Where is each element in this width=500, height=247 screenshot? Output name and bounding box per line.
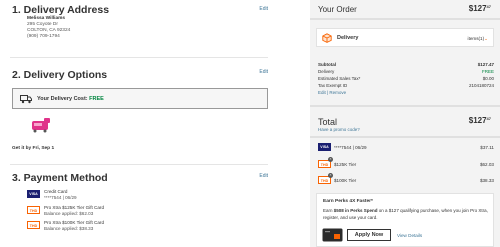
- applied-payment-label: $125K Tier: [334, 161, 357, 167]
- package-icon: [322, 33, 332, 43]
- visa-card-icon: VISA: [318, 143, 331, 151]
- total-label: Total: [318, 117, 338, 127]
- summary-row: Delivery FREE: [318, 69, 494, 74]
- chevron-down-icon: ⌄: [484, 36, 488, 41]
- summary-row: Subtotal $127.47: [318, 62, 494, 67]
- pro-xtra-card-image: [322, 228, 343, 242]
- promo-code-link[interactable]: Have a promo code?: [318, 127, 360, 132]
- edit-payment-link[interactable]: Edit: [259, 173, 268, 179]
- gift-card-icon: THD: [27, 206, 40, 214]
- truck-icon: [20, 95, 32, 104]
- payment-line1: Pro Xtra $100K Tier Gift Card: [44, 220, 104, 225]
- perks-desc-pre: Earn: [323, 208, 334, 213]
- applied-payment-label: ****7544 | 06/29: [334, 144, 367, 150]
- edit-address-link[interactable]: Edit: [259, 6, 268, 12]
- summary-label: Delivery: [318, 69, 335, 74]
- edit-remove-tax-link[interactable]: Edit | Remove: [318, 90, 494, 95]
- summary-value: FREE: [481, 69, 494, 74]
- summary-value: $0.00: [482, 76, 494, 81]
- applied-payment-label: $100K Tier: [334, 177, 357, 183]
- perks-promo-card: Earn Perks 4X Faster* Earn $508 in Perks…: [316, 193, 494, 247]
- order-summary-panel: Your Order $12747 Delivery items(1)⌄ Sub…: [310, 0, 500, 247]
- delivery-cost-text: Your Delivery Cost: FREE: [37, 96, 104, 102]
- remove-icon[interactable]: ×: [328, 157, 333, 162]
- divider: [10, 57, 268, 58]
- delivery-group-label: Delivery: [337, 35, 359, 41]
- perks-description: Earn $508 in Perks Spend on a $127 quali…: [323, 208, 491, 221]
- divider: [310, 136, 500, 138]
- applied-payment-value: $37.11: [480, 144, 494, 150]
- order-total-cents: 47: [486, 4, 491, 9]
- applied-payment-value: $62.03: [479, 161, 494, 167]
- summary-label: Estimated Sales Tax*: [318, 76, 361, 81]
- payment-line2: ****7544 | 06/29: [44, 194, 77, 200]
- divider: [310, 105, 500, 107]
- delivery-options-title: 2. Delivery Options: [12, 69, 108, 81]
- address-phone: (909) 709-1794: [27, 34, 60, 39]
- gift-card-icon: THD: [27, 221, 40, 229]
- divider: [10, 164, 268, 165]
- summary-label: Tax Exempt ID: [318, 83, 348, 88]
- payment-line2: Balance applied: $62.03: [44, 210, 94, 216]
- applied-payment-value: $38.33: [479, 177, 494, 183]
- remove-icon[interactable]: ×: [328, 173, 333, 178]
- summary-row: Tax Exempt ID 2104180724: [318, 83, 494, 88]
- payment-line1: Pro Xtra $125K Tier Gift Card: [44, 205, 104, 210]
- items-count: items(1): [467, 36, 485, 41]
- total-cents: 47: [486, 116, 491, 121]
- checkout-steps: 1. Delivery Address Edit Melissa William…: [0, 0, 300, 247]
- summary-value: 2104180724: [468, 83, 494, 88]
- items-toggle[interactable]: items(1)⌄: [468, 36, 488, 42]
- delivery-group-card[interactable]: Delivery items(1)⌄: [316, 28, 494, 47]
- address-block: Melissa Williams 295 Coyote Dr COLTON, C…: [27, 16, 70, 40]
- summary-value: $127.47: [477, 62, 494, 67]
- product-thumbnail: [32, 118, 50, 133]
- delivery-cost-box: Your Delivery Cost: FREE: [12, 88, 268, 109]
- total-main: $127: [468, 116, 487, 125]
- apply-now-button[interactable]: Apply Now: [347, 229, 391, 241]
- summary-row: Estimated Sales Tax* $0.00: [318, 76, 494, 81]
- order-total-top: $12747: [469, 4, 491, 13]
- payment-method-title: 3. Payment Method: [12, 172, 108, 184]
- delivery-cost-label: Your Delivery Cost:: [37, 96, 88, 102]
- payment-line2: Balance applied: $38.33: [44, 225, 94, 231]
- delivery-address-title: 1. Delivery Address: [12, 4, 110, 16]
- visa-card-icon: VISA: [27, 190, 40, 198]
- total-value: $12747: [469, 116, 491, 125]
- perks-desc-bold: $508 in Perks Spend: [333, 208, 378, 213]
- summary-label: Subtotal: [318, 62, 336, 67]
- delivery-cost-value: FREE: [89, 96, 104, 102]
- delivery-eta: Get it by Fri, Sep 1: [12, 146, 55, 151]
- view-details-link[interactable]: View Details: [397, 233, 422, 238]
- perks-title: Earn Perks 4X Faster*: [323, 199, 373, 204]
- order-title: Your Order: [318, 5, 357, 14]
- order-total-main: $127: [468, 4, 487, 13]
- divider: [310, 18, 500, 20]
- edit-delivery-link[interactable]: Edit: [259, 69, 268, 75]
